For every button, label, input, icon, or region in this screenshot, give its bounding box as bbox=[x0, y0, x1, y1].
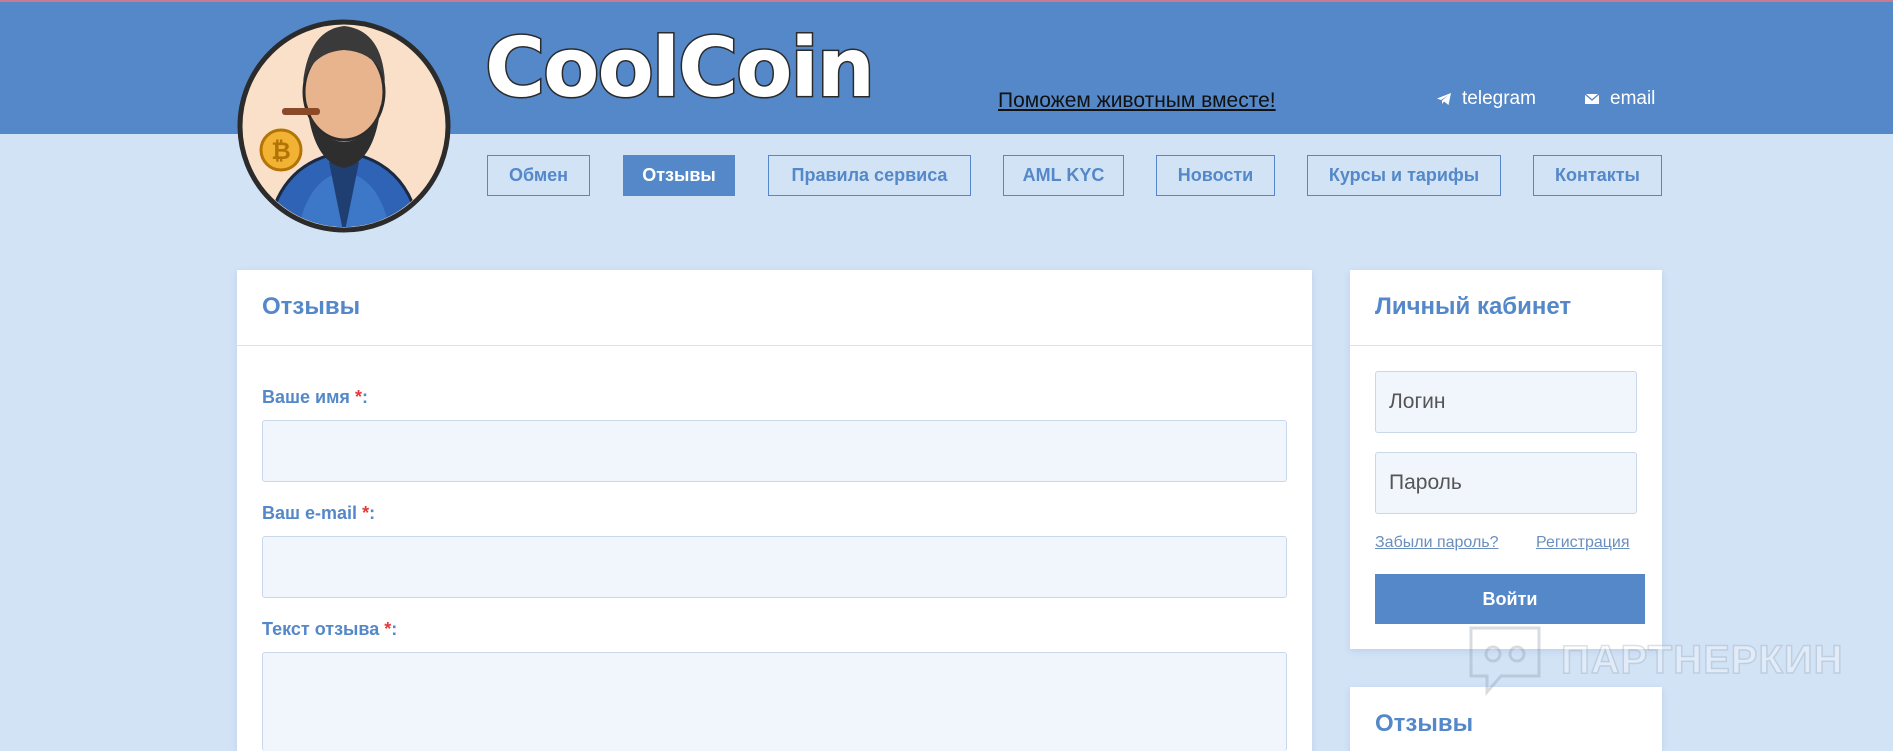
telegram-label: telegram bbox=[1462, 88, 1536, 109]
login-button[interactable]: Войти bbox=[1375, 574, 1645, 624]
nav-aml-kyc[interactable]: AML KYC bbox=[1003, 155, 1124, 196]
promo-link[interactable]: Поможем животным вместе! bbox=[998, 89, 1276, 113]
nav-reviews[interactable]: Отзывы bbox=[623, 155, 735, 196]
password-input[interactable]: Пароль bbox=[1375, 452, 1637, 514]
site-logo[interactable]: CoolCoin bbox=[484, 26, 877, 111]
nav-contacts[interactable]: Контакты bbox=[1533, 155, 1662, 196]
name-label: Ваше имя *: bbox=[262, 387, 368, 407]
reviews-widget-title: Отзывы bbox=[1375, 710, 1474, 737]
forgot-password-link[interactable]: Забыли пароль? bbox=[1375, 534, 1499, 552]
svg-text:₿: ₿ bbox=[271, 137, 291, 165]
email-link[interactable]: email bbox=[1584, 88, 1655, 110]
reviews-form-title: Отзывы bbox=[262, 293, 361, 320]
panel-divider bbox=[237, 345, 1312, 346]
name-field[interactable] bbox=[262, 420, 1287, 482]
nav-rules[interactable]: Правила сервиса bbox=[768, 155, 971, 196]
mail-icon bbox=[1584, 93, 1600, 104]
nav-exchange[interactable]: Обмен bbox=[487, 155, 590, 196]
nav-news[interactable]: Новости bbox=[1156, 155, 1275, 196]
telegram-link[interactable]: telegram bbox=[1436, 88, 1536, 110]
watermark-text: ПАРТНЕРКИН bbox=[1560, 637, 1844, 683]
account-divider bbox=[1350, 345, 1662, 346]
watermark: ПАРТНЕРКИН bbox=[1467, 622, 1844, 698]
login-input[interactable]: Логин bbox=[1375, 371, 1637, 433]
review-text-label: Текст отзыва *: bbox=[262, 619, 398, 639]
email-label: email bbox=[1610, 88, 1656, 109]
email-field[interactable] bbox=[262, 536, 1287, 598]
review-text-field[interactable] bbox=[262, 652, 1287, 751]
nav-rates[interactable]: Курсы и тарифы bbox=[1307, 155, 1501, 196]
register-link[interactable]: Регистрация bbox=[1536, 534, 1630, 552]
email-label-field: Ваш e-mail *: bbox=[262, 503, 376, 523]
account-title: Личный кабинет bbox=[1375, 293, 1572, 320]
chat-bubble-icon bbox=[1469, 626, 1541, 696]
telegram-icon bbox=[1437, 93, 1451, 105]
mascot-avatar[interactable]: ₿ bbox=[237, 12, 451, 236]
